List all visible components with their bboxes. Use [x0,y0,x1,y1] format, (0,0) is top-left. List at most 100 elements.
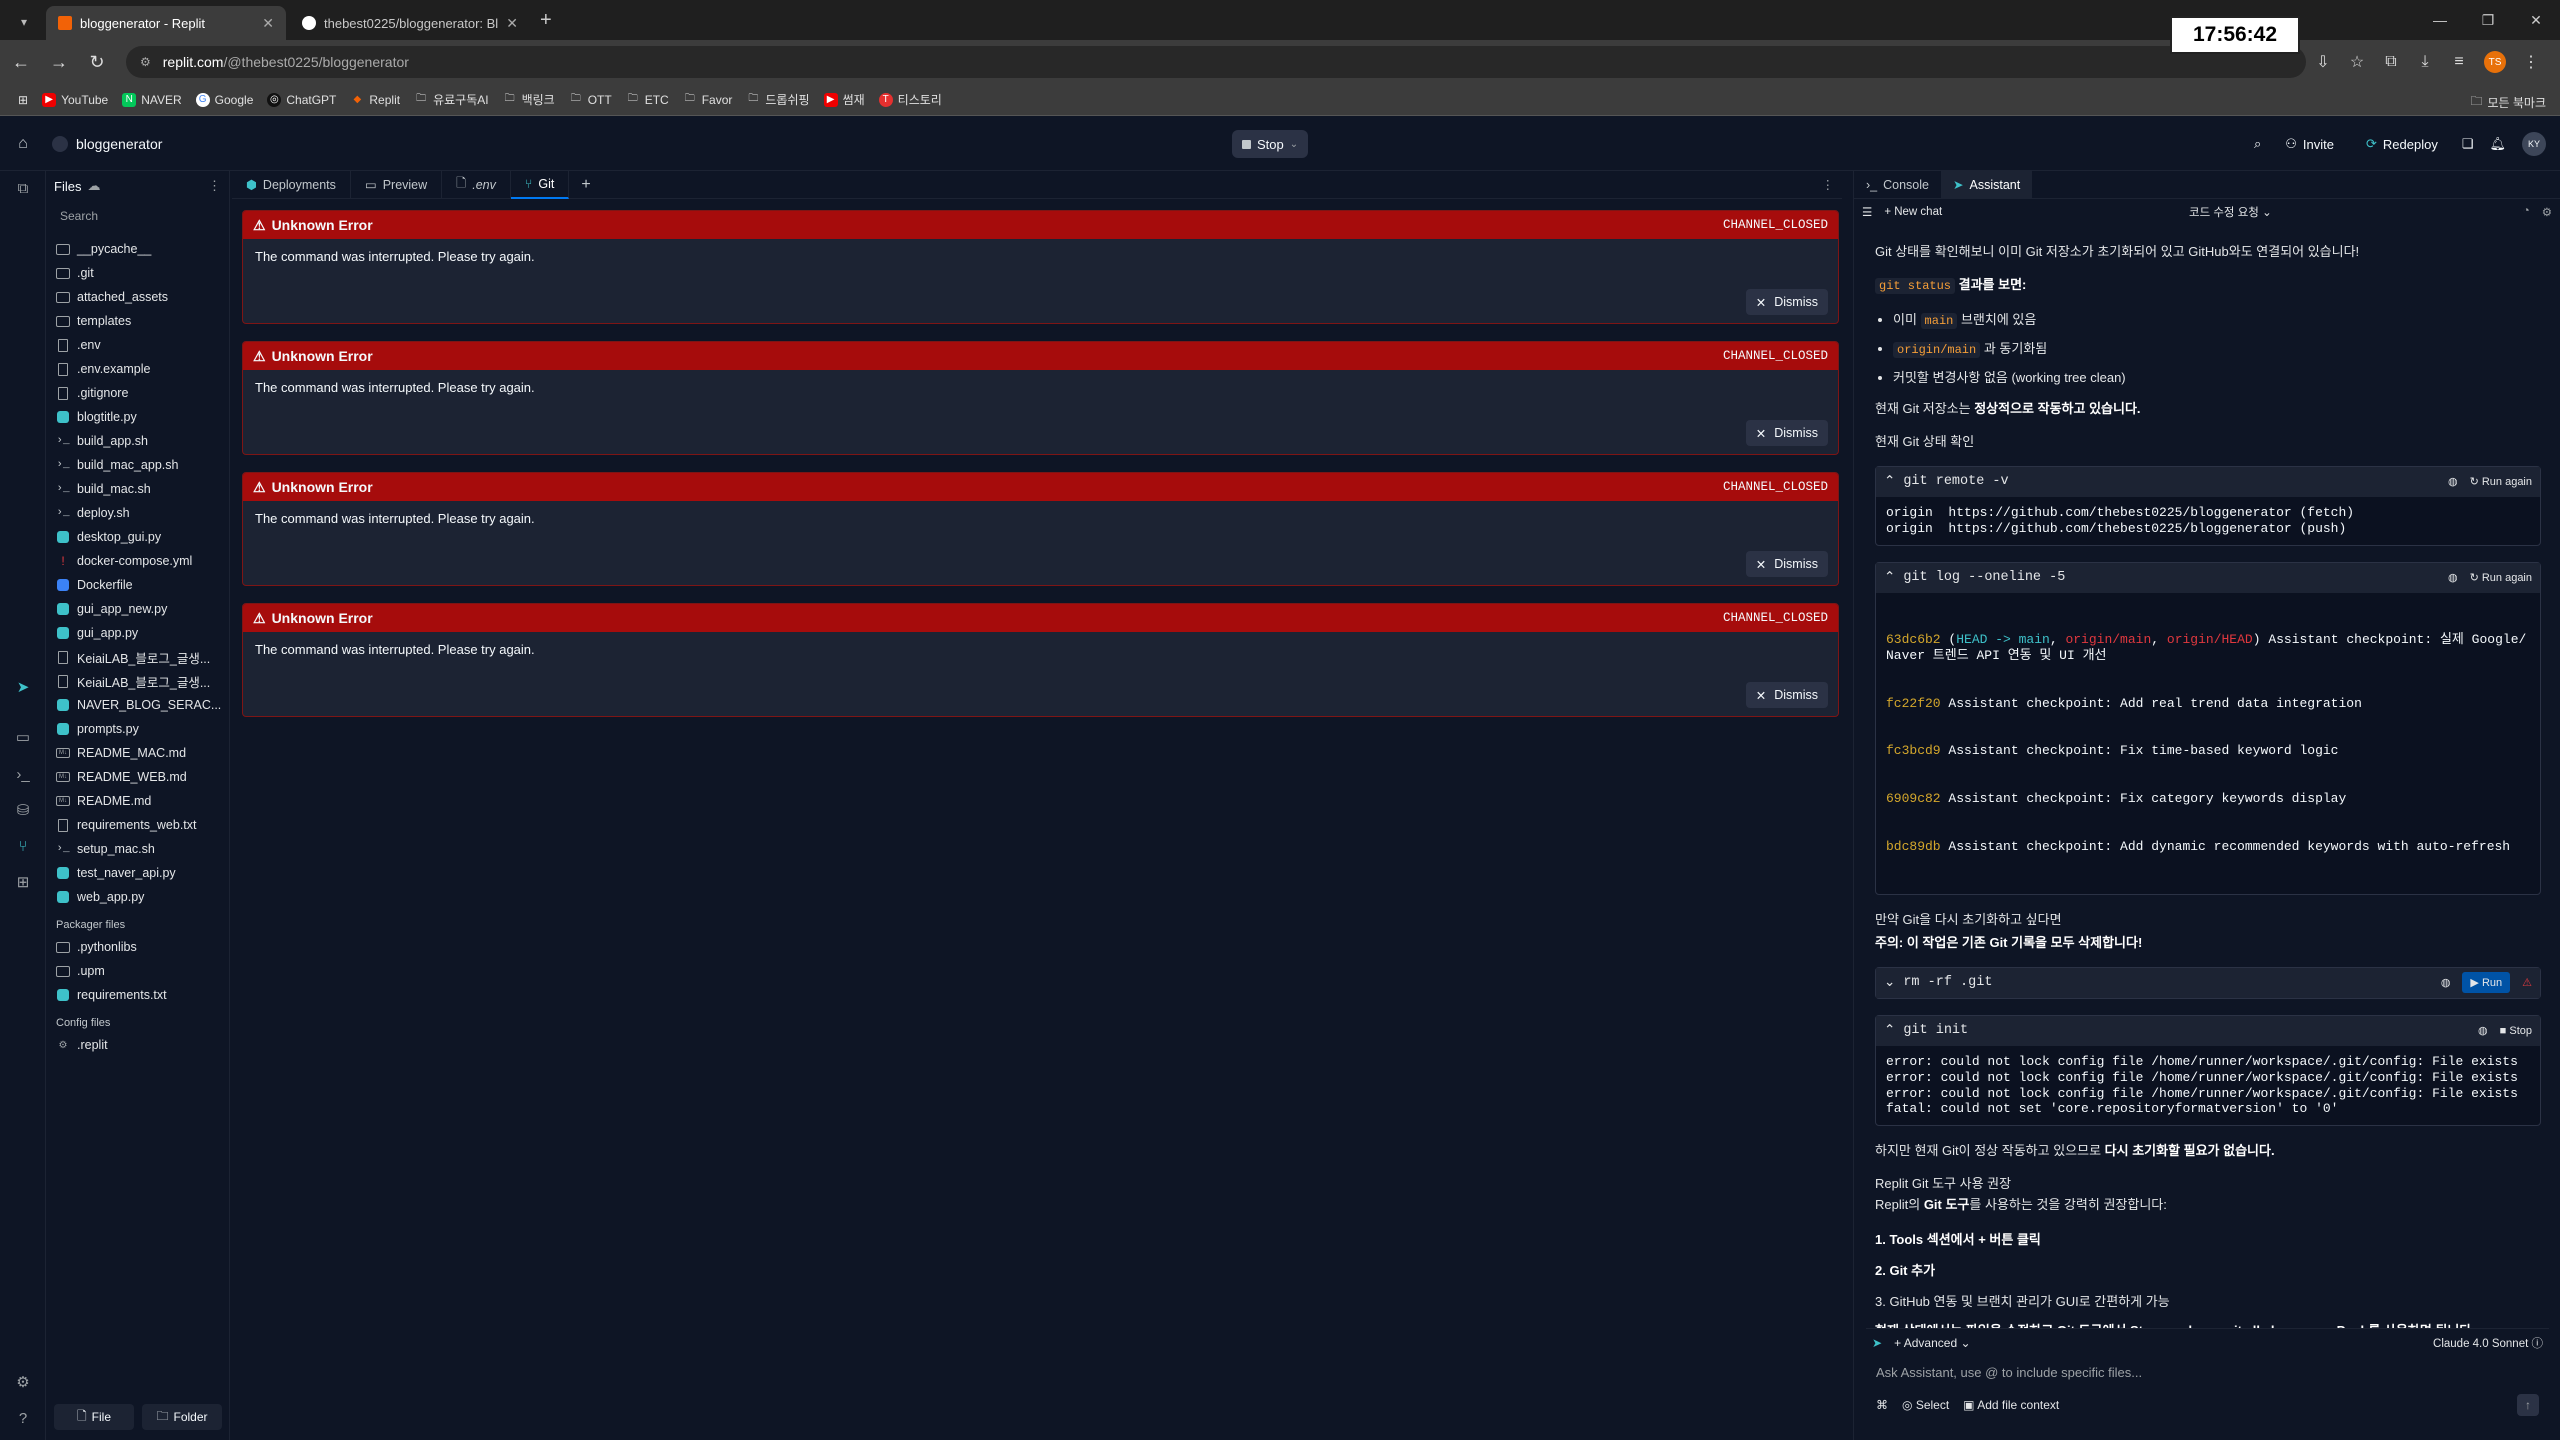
file-search-input[interactable]: Search [54,205,221,229]
attach-icon[interactable]: ⌘ [1876,1398,1888,1412]
select-button[interactable]: ◎ Select [1902,1398,1949,1412]
bookmark-chatgpt[interactable]: ◎ ChatGPT [267,92,336,107]
tab-git[interactable]: ⑂ Git [510,170,570,199]
stop-button[interactable]: Stop ⌄ [1232,130,1309,158]
file-tree-item[interactable]: .env.example [46,357,229,381]
close-tab-icon[interactable]: ✕ [506,15,518,32]
file-tree-item[interactable]: M↓ README_MAC.md [46,741,229,765]
bookmark-folder-etc[interactable]: 🗀 ETC [626,93,669,107]
chrome-menu-icon[interactable]: ⋮ [2514,45,2548,79]
file-tree-item[interactable]: gui_app_new.py [46,597,229,621]
tab-search-button[interactable]: ▾ [10,8,38,36]
bookmark-sseomjae[interactable]: ▶ 썸재 [823,91,865,108]
file-tree-item[interactable]: Dockerfile [46,573,229,597]
tab-env[interactable]: 🗋 .env [442,170,511,199]
file-tree-item[interactable]: __pycache__ [46,237,229,261]
project-title[interactable]: bloggenerator [52,135,162,152]
chevron-down-icon[interactable]: ⌄ [1290,139,1298,150]
file-tree-item[interactable]: requirements.txt [46,983,229,1007]
new-tab-button[interactable]: + [540,9,552,32]
bookmark-youtube[interactable]: ▶ YouTube [42,92,108,107]
more-options-icon[interactable]: ⋮ [1822,177,1843,192]
bookmark-folder-ai[interactable]: 🗀 유료구독AI [414,91,489,108]
globe-icon[interactable]: ◍ [2441,976,2451,989]
install-app-icon[interactable]: ⇩ [2306,45,2340,79]
search-icon[interactable]: ⌕ [2254,136,2261,152]
gear-icon[interactable]: ⚙ [2542,205,2552,219]
home-icon[interactable]: ⌂ [0,135,46,153]
bookmark-naver[interactable]: N NAVER [122,92,182,107]
all-tools-icon[interactable]: ⊞ [12,871,34,893]
history-icon[interactable]: ◔ [2523,205,2530,219]
file-tree-item[interactable]: blogtitle.py [46,405,229,429]
tab-assistant[interactable]: ➤ Assistant [1941,170,2033,199]
file-tree-item[interactable]: KeiaiLAB_블로그_글생... [46,645,229,669]
bookmark-folder-ott[interactable]: 🗀 OTT [569,93,612,107]
globe-icon[interactable]: ◍ [2448,571,2458,584]
avatar[interactable]: KY [2522,132,2546,156]
dismiss-button[interactable]: ✕ Dismiss [1745,420,1828,446]
file-tree-item[interactable]: ›_ deploy.sh [46,501,229,525]
new-file-button[interactable]: 🗋 File [54,1404,134,1430]
file-tree-item[interactable]: .pythonlibs [46,935,229,959]
dismiss-button[interactable]: ✕ Dismiss [1745,682,1828,708]
run-button[interactable]: ▶ Run [2462,972,2511,994]
help-icon[interactable]: ? [12,1407,34,1429]
file-tree-item[interactable]: ›_ build_mac.sh [46,477,229,501]
shell-icon[interactable]: ›_ [12,763,34,785]
bell-icon[interactable]: 🔔︎ [2489,136,2506,152]
file-tree-item[interactable]: ! docker-compose.yml [46,549,229,573]
add-file-context-button[interactable]: ▣ Add file context [1963,1398,2059,1412]
file-tree-item[interactable]: templates [46,309,229,333]
close-tab-icon[interactable]: ✕ [262,15,274,32]
settings-icon[interactable]: ⚙ [12,1371,34,1393]
bookmark-star-icon[interactable]: ☆ [2340,45,2374,79]
reload-icon[interactable]: ↻ [80,45,114,79]
maximize-icon[interactable]: ❐ [2464,0,2512,40]
file-tree-item[interactable]: ›_ build_app.sh [46,429,229,453]
file-tree-item[interactable]: M↓ README.md [46,789,229,813]
file-tree-item[interactable]: web_app.py [46,885,229,909]
file-tree-item[interactable]: test_naver_api.py [46,861,229,885]
file-tree-item[interactable]: KeiaiLAB_블로그_글생... [46,669,229,693]
downloads-icon[interactable]: ⤓ [2408,45,2442,79]
extensions-icon[interactable]: ⧉ [2374,45,2408,79]
bookmark-tistory[interactable]: T 티스토리 [878,91,942,108]
apps-grid-icon[interactable]: ⊞ [18,93,28,107]
globe-icon[interactable]: ◍ [2478,1024,2488,1037]
bookmark-folder-favor[interactable]: 🗀 Favor [683,93,733,107]
dismiss-button[interactable]: ✕ Dismiss [1745,289,1828,315]
invite-button[interactable]: ⚇ Invite [2277,129,2342,159]
all-bookmarks[interactable]: 🗀 모든 북마크 [2470,92,2546,113]
forward-icon[interactable]: → [42,45,76,79]
bookmark-replit[interactable]: ◆ Replit [350,93,401,107]
redeploy-button[interactable]: ⟳ Redeploy [2358,129,2446,159]
chevron-up-icon[interactable]: ⌃ [1884,1022,1895,1039]
file-tree-item[interactable]: desktop_gui.py [46,525,229,549]
assistant-input[interactable]: Ask Assistant, use @ to include specific… [1866,1357,2549,1391]
file-tree-item[interactable]: .gitignore [46,381,229,405]
url-field[interactable]: ⚙ replit.com/@thebest0225/bloggenerator [126,46,2306,78]
file-tree-item[interactable]: prompts.py [46,717,229,741]
file-tree-item[interactable]: .git [46,261,229,285]
tab-preview[interactable]: ▭ Preview [351,170,443,199]
file-tree-item[interactable]: requirements_web.txt [46,813,229,837]
advanced-dropdown[interactable]: + Advanced ⌄ [1894,1336,1970,1350]
bookmark-folder-backlink[interactable]: 🗀 백링크 [503,91,555,108]
back-icon[interactable]: ← [4,45,38,79]
open-tab-icon[interactable]: ❏ [2462,136,2474,152]
file-tree-item[interactable]: ⚙ .replit [46,1033,229,1057]
file-tree-item[interactable]: ›_ setup_mac.sh [46,837,229,861]
preview-icon[interactable]: ▭ [12,726,34,748]
more-options-icon[interactable]: ⋮ [208,178,221,194]
file-tree-item[interactable]: ›_ build_mac_app.sh [46,453,229,477]
browser-tab-github[interactable]: thebest0225/bloggenerator: Bl ✕ [290,6,530,40]
file-tree-item[interactable]: attached_assets [46,285,229,309]
file-tree-item[interactable]: gui_app.py [46,621,229,645]
site-info-icon[interactable]: ⚙ [140,55,151,69]
history-icon[interactable]: ☰ [1862,205,1872,219]
database-icon[interactable]: ⛁ [12,799,34,821]
chevron-up-icon[interactable]: ⌃ [1884,473,1895,490]
file-tree-item[interactable]: NAVER_BLOG_SERAC... [46,693,229,717]
new-chat-button[interactable]: + New chat [1884,206,1942,218]
